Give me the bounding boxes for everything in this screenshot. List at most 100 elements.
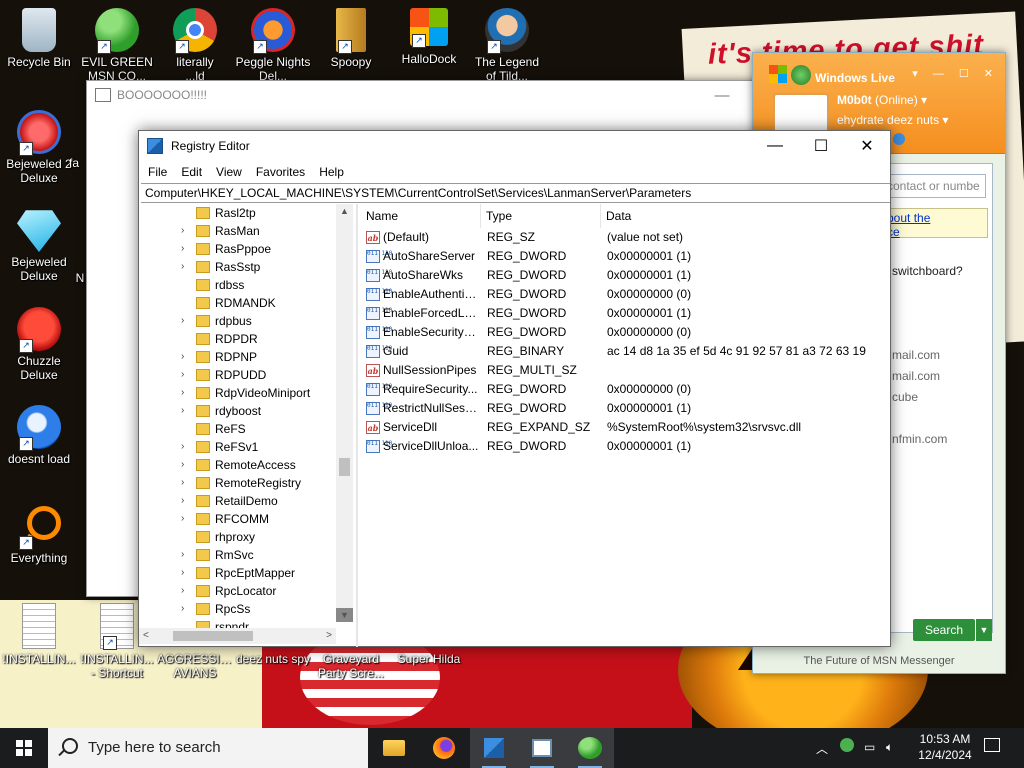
contact-item[interactable]: cube [892,390,918,404]
notification-icon[interactable] [984,738,1000,752]
registry-value-row[interactable]: 011 110 AutoShareServer REG_DWORD 0x0000000… [361,247,890,266]
chevron-right-icon[interactable]: › [181,402,191,420]
chevron-right-icon[interactable]: › [181,600,191,618]
desktop-icon-bejeweled[interactable]: Bejeweled Deluxe [1,208,77,283]
minimize-button[interactable]: — [699,81,745,109]
chevron-down-icon[interactable]: ▼ [975,619,992,641]
tree-item[interactable]: rhproxy [139,528,336,546]
taskbar-search-box[interactable]: Type here to search [48,728,368,768]
tree-item[interactable]: › RasPppoe [139,240,336,258]
chevron-right-icon[interactable]: › [181,492,191,510]
desktop-icon-installing[interactable]: !INSTALLIN... [1,603,77,666]
desktop-icon-graveyard-party[interactable]: Graveyard Party Scre... [313,652,389,680]
registry-values-list[interactable]: Name Type Data ab (Default) REG_SZ (value n… [361,204,890,647]
network-icon[interactable]: ▭ [864,740,875,754]
msn-mail-icon[interactable] [893,133,905,145]
desktop-icon-the-legend[interactable]: ↗ The Legend of Tild... [469,8,545,83]
chevron-right-icon[interactable]: › [181,312,191,330]
tree-item[interactable]: ReFS [139,420,336,438]
registry-value-row[interactable]: 011 110 Guid REG_BINARY ac 14 d8 1a 35 ef 5… [361,342,890,361]
taskbar-file-explorer[interactable] [370,728,418,768]
tree-horizontal-scrollbar[interactable]: < > [139,628,336,644]
chevron-right-icon[interactable]: › [181,546,191,564]
scroll-down-arrow-icon[interactable]: ▼ [336,608,353,622]
tree-item[interactable]: › RpcEptMapper [139,564,336,582]
registry-editor-window[interactable]: Registry Editor — ☐ ✕ File Edit View Fav… [138,130,891,647]
chevron-right-icon[interactable]: › [181,222,191,240]
taskbar-msn-messenger[interactable] [566,728,614,768]
address-bar[interactable]: Computer\HKEY_LOCAL_MACHINE\SYSTEM\Curre… [141,183,890,203]
menu-view[interactable]: View [209,165,249,179]
registry-editor-titlebar[interactable]: Registry Editor — ☐ ✕ [139,131,890,161]
contact-item[interactable]: mail.com [892,369,940,383]
desktop-icon-deez-nuts-spy[interactable]: deez nuts spy [235,652,311,666]
background-window-titlebar[interactable]: BOOOOOOO!!!!! — ☐ ✕ [87,81,837,109]
scrollbar-thumb[interactable] [173,631,253,641]
close-button[interactable]: ✕ [844,132,890,160]
tree-item[interactable]: › RDPNP [139,348,336,366]
desktop-icon-hallodock[interactable]: ↗ HalloDock [391,8,467,66]
tree-item[interactable]: rdbss [139,276,336,294]
tree-item[interactable]: › rdyboost [139,402,336,420]
registry-value-row[interactable]: ab ServiceDll REG_EXPAND_SZ %SystemRoot%\sy… [361,418,890,437]
menu-edit[interactable]: Edit [174,165,209,179]
registry-value-row[interactable]: 011 110 RequireSecurity... REG_DWORD 0x0000… [361,380,890,399]
scroll-up-arrow-icon[interactable]: ▲ [336,204,353,218]
chevron-right-icon[interactable]: › [181,510,191,528]
registry-value-row[interactable]: 011 110 RestrictNullSess... REG_DWORD 0x000… [361,399,890,418]
desktop-icon-everything[interactable]: ↗ Everything [1,504,77,565]
taskbar-registry-editor[interactable] [470,728,518,768]
registry-value-row[interactable]: 011 110 EnableSecuritySi... REG_DWORD 0x000… [361,323,890,342]
tree-item[interactable]: › RemoteAccess [139,456,336,474]
registry-value-row[interactable]: 011 110 AutoShareWks REG_DWORD 0x00000001 (… [361,266,890,285]
desktop-icon-aggressive-avians[interactable]: AGGRESSIVE AVIANS [157,652,233,682]
menu-file[interactable]: File [141,165,174,179]
msn-personal-message[interactable]: ehydrate deez nuts ▾ [837,113,948,127]
scrollbar-thumb[interactable] [339,458,350,476]
msn-search-button[interactable]: Search [913,619,975,641]
tree-item[interactable]: › RdpVideoMiniport [139,384,336,402]
tree-item[interactable]: › RasSstp [139,258,336,276]
registry-value-row[interactable]: 011 110 ServiceDllUnloa... REG_DWORD 0x0000… [361,437,890,456]
tree-item[interactable]: › RasMan [139,222,336,240]
desktop-icon-evil-green-msn[interactable]: ↗ EVIL GREEN MSN CO... [79,8,155,83]
scroll-left-arrow-icon[interactable]: < [143,628,149,644]
menu-help[interactable]: Help [312,165,351,179]
msn-search-contacts-input[interactable]: contact or numbe [882,174,986,198]
tree-item[interactable]: › ReFSv1 [139,438,336,456]
chevron-right-icon[interactable]: › [181,564,191,582]
msn-window-controls[interactable]: ▾ — ☐ ✕ [912,67,999,80]
chevron-right-icon[interactable]: › [181,474,191,492]
tree-item[interactable]: › rdpbus [139,312,336,330]
menu-favorites[interactable]: Favorites [249,165,312,179]
registry-key-tree[interactable]: Rasl2tp › RasMan › RasPppoe › RasSstp rdbss RDMA… [139,204,353,647]
desktop-icon-bejeweled-2[interactable]: ↗ Bejeweled 2 Deluxe [1,110,77,185]
desktop-icon-chuzzle[interactable]: ↗ Chuzzle Deluxe [1,307,77,382]
taskbar-firefox[interactable] [420,728,468,768]
registry-value-row[interactable]: 011 110 EnableAuthentic... REG_DWORD 0x0000… [361,285,890,304]
chevron-up-icon[interactable]: ︿ [816,740,828,757]
desktop-icon-recycle-bin[interactable]: Recycle Bin [1,8,77,69]
desktop-icon-literally[interactable]: ↗ literally ...ld [157,8,233,83]
tree-item[interactable]: RDPDR [139,330,336,348]
chevron-right-icon[interactable]: › [181,582,191,600]
desktop-icon-peggle-nights[interactable]: ↗ Peggle Nights Del... [235,8,311,83]
maximize-button[interactable]: ☐ [798,132,844,160]
volume-icon[interactable]: 🔈︎ [886,740,893,755]
tree-item[interactable]: › RpcLocator [139,582,336,600]
taskbar-background-window[interactable] [518,728,566,768]
registry-value-row[interactable]: ab NullSessionPipes REG_MULTI_SZ [361,361,890,380]
scroll-right-arrow-icon[interactable]: > [326,628,332,644]
tree-item[interactable]: › RetailDemo [139,492,336,510]
pane-splitter[interactable] [356,204,358,647]
chevron-right-icon[interactable]: › [181,240,191,258]
msn-ad-banner[interactable]: bout the ce [882,208,988,239]
chevron-right-icon[interactable]: › [181,348,191,366]
column-header-name[interactable]: Name [361,204,481,228]
msn-tray-icon[interactable] [840,738,854,752]
column-header-data[interactable]: Data [601,204,881,228]
tree-item[interactable]: › RFCOMM [139,510,336,528]
registry-value-row[interactable]: ab (Default) REG_SZ (value not set) [361,228,890,247]
msn-username[interactable]: M0b0t (Online) ▾ [837,93,927,107]
tree-item[interactable]: › RpcSs [139,600,336,618]
